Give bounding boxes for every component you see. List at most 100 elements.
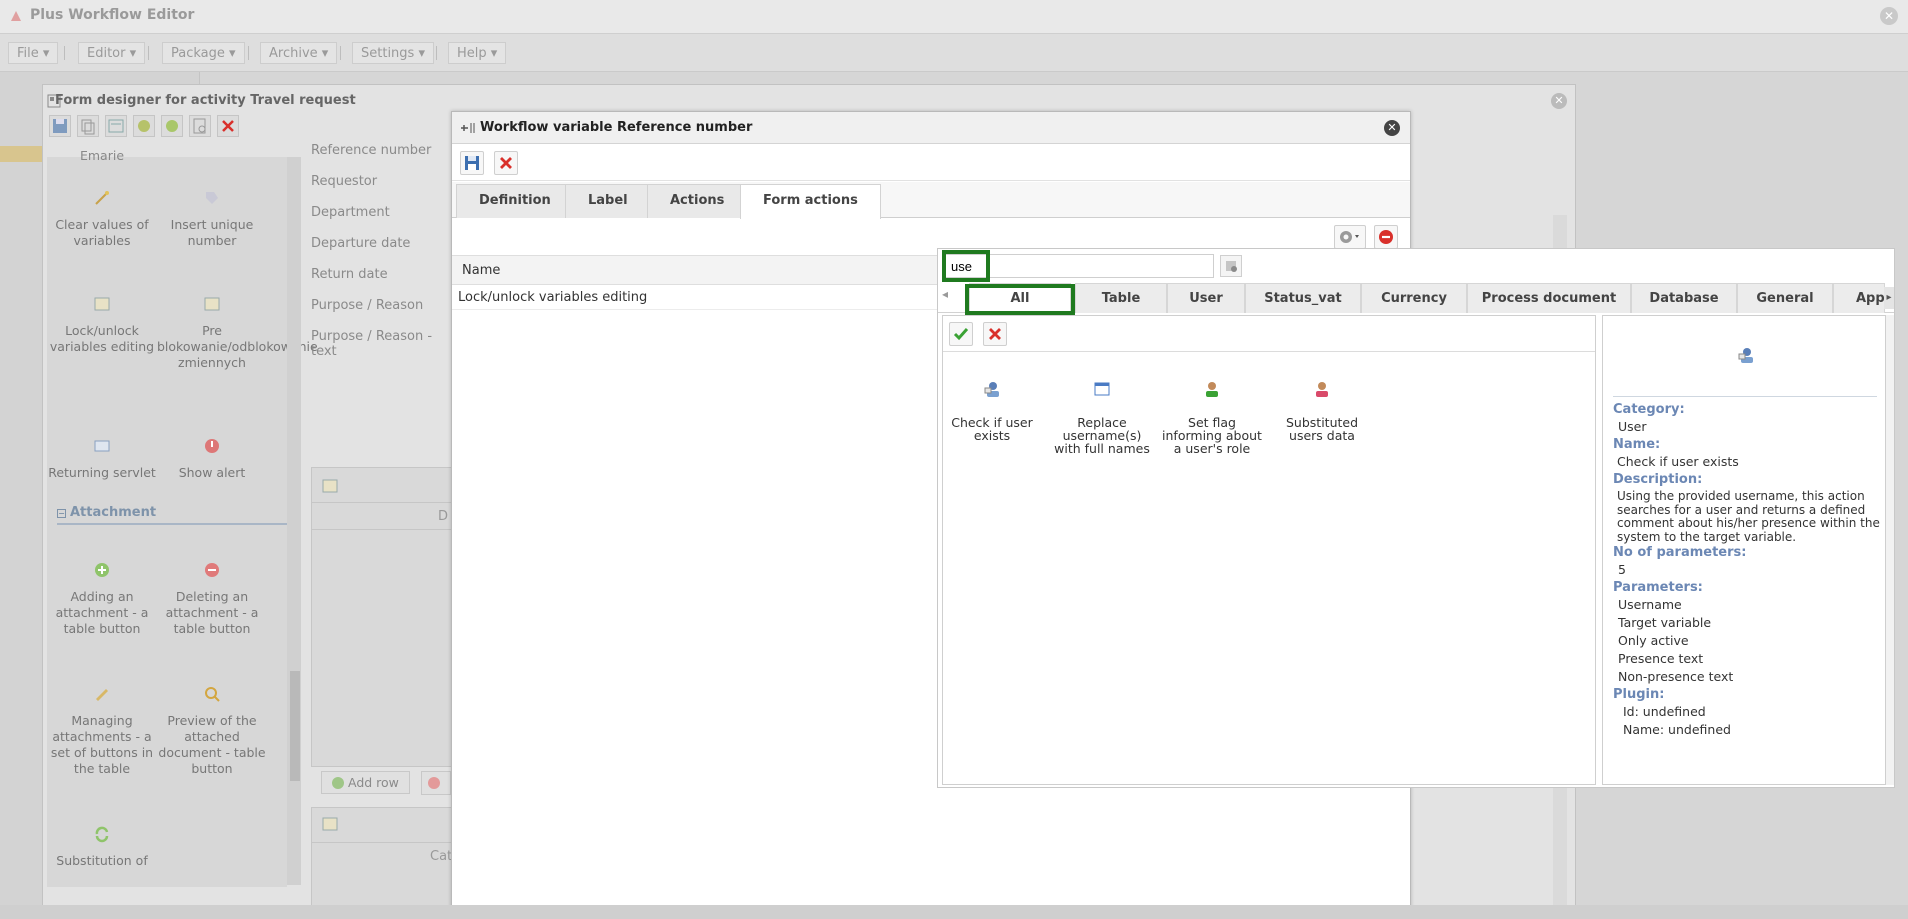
details-params-count-label: No of parameters: [1613, 545, 1747, 560]
copy-icon[interactable] [77, 115, 99, 137]
palette-item-substitution[interactable]: Substitution of [47, 825, 157, 869]
close-icon[interactable] [494, 151, 518, 175]
palette-item-clear-values[interactable]: Clear values of variables [47, 189, 157, 249]
user-green-icon [1206, 382, 1218, 397]
save-icon[interactable] [49, 115, 71, 137]
search-clear-icon[interactable] [1220, 255, 1242, 277]
details-plugin-id: Id: undefined [1623, 704, 1706, 719]
tab-category-status-vat[interactable]: Status_vat [1245, 283, 1361, 313]
action-substituted-users[interactable]: Substituted users data [1268, 380, 1376, 442]
tab-category-table[interactable]: Table [1075, 283, 1167, 313]
remove-row-button[interactable] [421, 771, 451, 795]
palette-item-managing-attachments[interactable]: Managing attachments - a set of buttons … [47, 685, 157, 777]
palette-item-insert-unique-number[interactable]: Insert unique number [157, 189, 267, 249]
variable-icon [461, 123, 475, 133]
tab-category-appearance[interactable]: Appea [1833, 283, 1885, 313]
menu-package[interactable]: Package ▾ [162, 42, 245, 64]
add-row-button[interactable]: Add row [321, 771, 410, 794]
tab-actions[interactable]: Actions [647, 184, 748, 218]
tab-label[interactable]: Label [565, 184, 651, 218]
tab-category-currency[interactable]: Currency [1361, 283, 1467, 313]
field-label[interactable]: Departure date [311, 236, 410, 251]
tab-category-database[interactable]: Database [1631, 283, 1737, 313]
details-plugin-label: Plugin: [1613, 687, 1665, 702]
field-label[interactable]: Requestor [311, 174, 377, 189]
column-header-name[interactable]: Name [462, 263, 500, 278]
menu-separator [64, 46, 65, 60]
field-label[interactable]: Purpose / Reason [311, 298, 423, 313]
preview-icon[interactable] [189, 115, 211, 137]
palette-item-show-alert[interactable]: Show alert [157, 437, 267, 481]
menu-separator [436, 46, 437, 60]
save-icon[interactable] [460, 151, 484, 175]
tag-icon [206, 192, 218, 204]
action-replace-usernames[interactable]: Replace username(s) with full names [1048, 380, 1156, 455]
palette-item-lock-unlock[interactable]: Lock/unlock variables editing [47, 295, 157, 355]
cancel-x-icon[interactable] [983, 322, 1007, 346]
search-highlight-box [942, 250, 990, 282]
grid-icon [322, 478, 338, 498]
wand-icon [95, 191, 109, 205]
form-icon[interactable] [105, 115, 127, 137]
subgrid-column-header: Cat [430, 849, 453, 864]
tab-form-actions[interactable]: Form actions [740, 184, 881, 219]
app-title: Plus Workflow Editor [30, 7, 195, 23]
confirm-check-icon[interactable] [949, 322, 973, 346]
form-edit-icon [94, 297, 110, 311]
tabs-scroll-right-icon[interactable]: ▸ [1884, 287, 1894, 309]
menu-archive[interactable]: Archive ▾ [260, 42, 338, 64]
app-titlebar: Plus Workflow Editor ✕ [0, 0, 1908, 34]
palette-item-pre-lock[interactable]: Pre blokowanie/odblokowanie zmiennych [157, 295, 318, 371]
all-tab-highlight-box [965, 284, 1075, 315]
horizontal-scrollbar[interactable] [0, 905, 1908, 919]
menu-settings[interactable]: Settings ▾ [352, 42, 434, 64]
menu-separator [248, 46, 249, 60]
remove-action-icon[interactable] [1374, 225, 1398, 249]
app-close-icon[interactable]: ✕ [1880, 7, 1898, 25]
grid-icon [322, 816, 338, 836]
action-chooser-popup: All Table User Status_vat Currency Proce… [937, 248, 1895, 788]
remove-circle-icon [205, 563, 219, 577]
pencil-icon [96, 689, 108, 701]
palette-item-returning-servlet[interactable]: Returning servlet [47, 437, 157, 481]
field-label[interactable]: Reference number [311, 143, 431, 158]
action-check-user-exists[interactable]: Check if user exists [938, 380, 1046, 442]
menu-help[interactable]: Help ▾ [448, 42, 507, 64]
details-params-count-value: 5 [1618, 562, 1626, 577]
tab-category-general[interactable]: General [1737, 283, 1833, 313]
designer-close-icon[interactable]: ✕ [1551, 93, 1567, 109]
palette-item-deleting-attachment[interactable]: Deleting an attachment - a table button [157, 561, 267, 637]
add-action-icon[interactable] [161, 115, 183, 137]
chooser-scrollbar[interactable] [1886, 315, 1894, 785]
variable-window-header: Workflow variable Reference number ✕ [452, 112, 1410, 144]
close-designer-icon[interactable] [217, 115, 239, 137]
action-set-role-flag[interactable]: Set flag informing about a user's role [1158, 380, 1266, 455]
details-description-value: Using the provided username, this action… [1617, 489, 1880, 544]
field-label[interactable]: Department [311, 205, 390, 220]
tab-category-user[interactable]: User [1167, 283, 1245, 313]
add-icon [332, 777, 344, 789]
servlet-icon [94, 440, 110, 452]
menu-editor[interactable]: Editor ▾ [78, 42, 146, 64]
tab-definition[interactable]: Definition [456, 184, 574, 218]
details-param: Presence text [1618, 651, 1704, 666]
variable-window-close-icon[interactable]: ✕ [1384, 120, 1400, 136]
menubar: File ▾ Editor ▾ Package ▾ Archive ▾ Sett… [0, 34, 1908, 72]
menu-separator [148, 46, 149, 60]
field-label[interactable]: Return date [311, 267, 388, 282]
field-label[interactable]: Purpose / Reason - text [311, 329, 461, 359]
action-palette: Emarie Clear values of variables Insert … [47, 148, 318, 887]
add-circle-icon [95, 563, 109, 577]
variable-window-title: Workflow variable Reference number [480, 120, 753, 135]
details-param: Target variable [1618, 615, 1712, 630]
palette-scrollbar-thumb[interactable] [290, 671, 300, 781]
add-variable-icon[interactable] [133, 115, 155, 137]
palette-item-adding-attachment[interactable]: Adding an attachment - a table button [47, 561, 157, 637]
tab-category-process-document[interactable]: Process document [1467, 283, 1631, 313]
menu-file[interactable]: File ▾ [8, 42, 59, 64]
tabs-scroll-left-icon[interactable]: ◂ [942, 287, 948, 301]
palette-section-attachment[interactable]: − Attachment [57, 505, 289, 525]
palette-item-preview-attachment[interactable]: Preview of the attached document - table… [157, 685, 267, 777]
gear-icon[interactable] [1334, 225, 1366, 249]
remove-icon [428, 777, 440, 789]
